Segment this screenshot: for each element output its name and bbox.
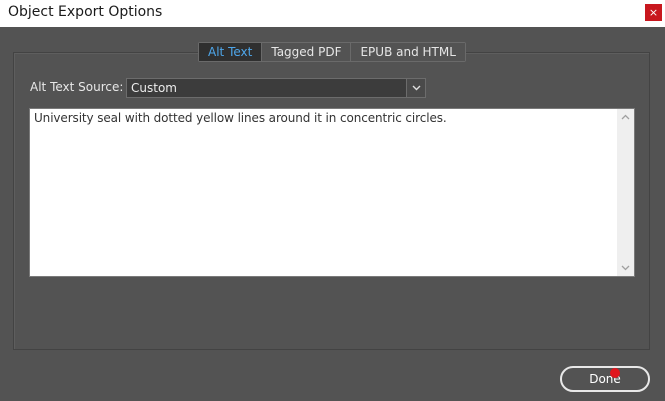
scroll-down-button[interactable] [617, 260, 634, 276]
done-button[interactable]: Done [560, 366, 650, 392]
close-icon: × [648, 6, 659, 19]
window-title: Object Export Options [8, 4, 163, 20]
chevron-down-icon [412, 85, 421, 91]
dropdown-toggle[interactable] [406, 79, 425, 97]
scroll-up-button[interactable] [617, 109, 634, 125]
chevron-up-icon [621, 114, 630, 120]
title-bar: Object Export Options × [0, 0, 665, 27]
dropdown-selected-value: Custom [131, 81, 177, 95]
close-button[interactable]: × [645, 4, 662, 21]
tab-epub-html[interactable]: EPUB and HTML [351, 43, 465, 61]
textarea-scrollbar[interactable] [617, 109, 634, 276]
chevron-down-icon [621, 265, 630, 271]
tab-alt-text[interactable]: Alt Text [199, 43, 263, 61]
tab-tagged-pdf[interactable]: Tagged PDF [262, 43, 352, 61]
tab-bar: Alt Text Tagged PDF EPUB and HTML [198, 42, 466, 62]
alt-text-source-dropdown[interactable]: Custom [126, 78, 426, 98]
alt-text-textarea[interactable]: University seal with dotted yellow lines… [29, 108, 635, 277]
alt-text-value: University seal with dotted yellow lines… [34, 111, 447, 125]
alt-text-source-label: Alt Text Source: [30, 80, 124, 94]
cursor-marker [610, 368, 620, 378]
